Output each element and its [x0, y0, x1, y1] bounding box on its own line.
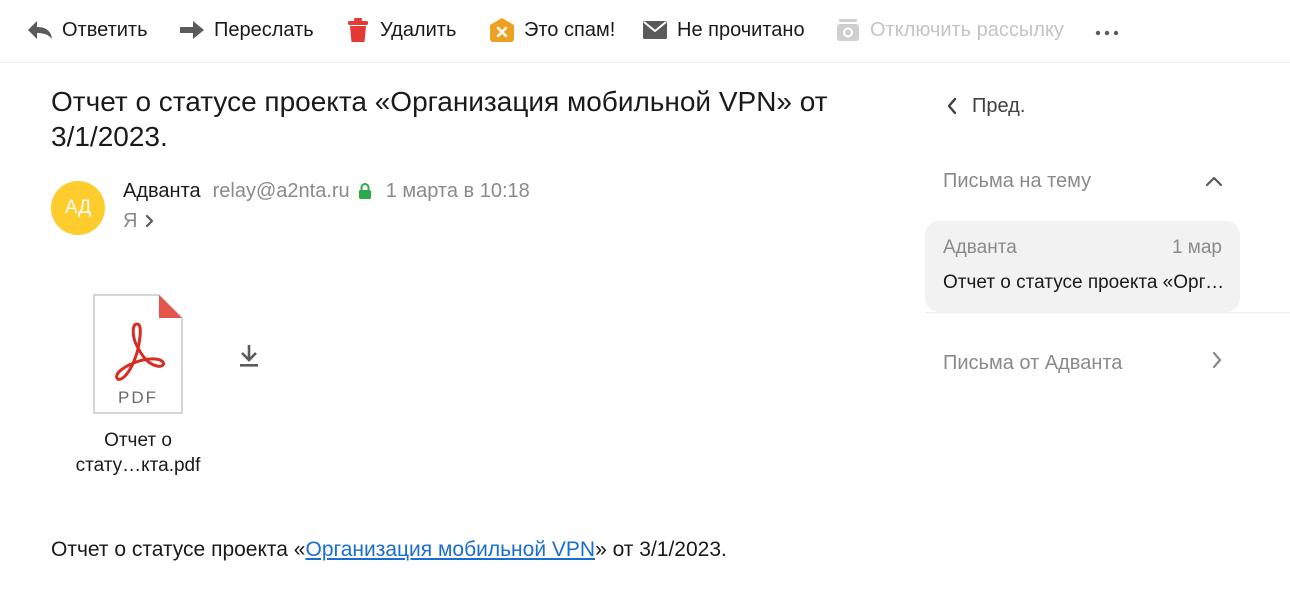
- lock-icon: [358, 182, 372, 200]
- sender-line: Адванта relay@a2nta.ru 1 марта в 10:18: [123, 178, 530, 204]
- thread-item-from: Адванта: [943, 237, 1017, 258]
- spam-button[interactable]: Это спам!: [488, 14, 615, 46]
- unread-label: Не прочитано: [677, 18, 805, 41]
- message-toolbar: Ответить Переслать Удалить Это спам! Не …: [0, 0, 1290, 63]
- attachment-name-line1: Отчет о: [104, 430, 172, 451]
- delete-button[interactable]: Удалить: [344, 14, 456, 46]
- letters-from-sender-label: Письма от Адванта: [943, 351, 1123, 374]
- envelope-icon: [641, 16, 669, 44]
- attachment-name[interactable]: Отчет о стату…кта.pdf: [55, 428, 221, 478]
- chevron-right-icon: [1211, 351, 1223, 375]
- body-prefix: Отчет о статусе проекта «: [51, 538, 306, 561]
- sender-email[interactable]: relay@a2nta.ru: [213, 180, 350, 203]
- unsubscribe-label: Отключить рассылку: [870, 18, 1064, 41]
- mark-unread-button[interactable]: Не прочитано: [641, 14, 805, 46]
- reply-arrow-icon: [26, 16, 54, 44]
- divider: [925, 312, 1290, 313]
- letters-from-sender-link[interactable]: Письма от Адванта: [943, 348, 1223, 378]
- delete-label: Удалить: [380, 18, 457, 41]
- avatar-initials: АД: [64, 197, 92, 218]
- chevron-right-icon: [145, 214, 155, 228]
- unsubscribe-icon: [834, 16, 862, 44]
- chevron-left-icon: [946, 97, 958, 115]
- body-suffix: » от 3/1/2023.: [595, 538, 727, 561]
- pdf-attachment-icon[interactable]: PDF: [93, 294, 183, 414]
- recipient-toggle[interactable]: Я: [123, 208, 155, 234]
- chevron-up-icon: [1205, 170, 1223, 193]
- forward-arrow-icon: [178, 16, 206, 44]
- more-button[interactable]: [1093, 14, 1121, 46]
- prev-message-button[interactable]: Пред.: [946, 92, 1025, 120]
- more-icon: [1095, 19, 1119, 42]
- message-subject: Отчет о статусе проекта «Организация моб…: [51, 86, 828, 152]
- reply-label: Ответить: [62, 18, 148, 41]
- thread-item-subject: Отчет о статусе проекта «Организация моб…: [943, 272, 1225, 293]
- trash-icon: [344, 16, 372, 44]
- forward-button[interactable]: Переслать: [178, 14, 314, 46]
- forward-label: Переслать: [214, 18, 314, 41]
- spam-icon: [488, 16, 516, 44]
- pdf-type-label: PDF: [118, 388, 158, 407]
- spam-label: Это спам!: [524, 18, 616, 41]
- download-icon[interactable]: [236, 343, 262, 369]
- reply-button[interactable]: Ответить: [26, 14, 148, 46]
- body-link[interactable]: Организация мобильной VPN: [305, 538, 595, 561]
- thread-item-date: 1 мар: [1171, 237, 1222, 258]
- thread-header[interactable]: Письма на тему: [943, 166, 1223, 196]
- thread-item[interactable]: Адванта 1 мар Отчет о статусе проекта «О…: [925, 221, 1240, 312]
- prev-label: Пред.: [972, 94, 1026, 117]
- sender-name[interactable]: Адванта: [123, 180, 201, 203]
- avatar[interactable]: АД: [51, 181, 105, 235]
- message-date: 1 марта в 10:18: [385, 179, 530, 202]
- attachment-name-line2: стату…кта.pdf: [75, 455, 201, 476]
- thread-header-label: Письма на тему: [943, 169, 1092, 192]
- recipient-label: Я: [123, 209, 138, 232]
- unsubscribe-button[interactable]: Отключить рассылку: [834, 14, 1064, 46]
- message-body: Отчет о статусе проекта «Организация моб…: [51, 538, 727, 562]
